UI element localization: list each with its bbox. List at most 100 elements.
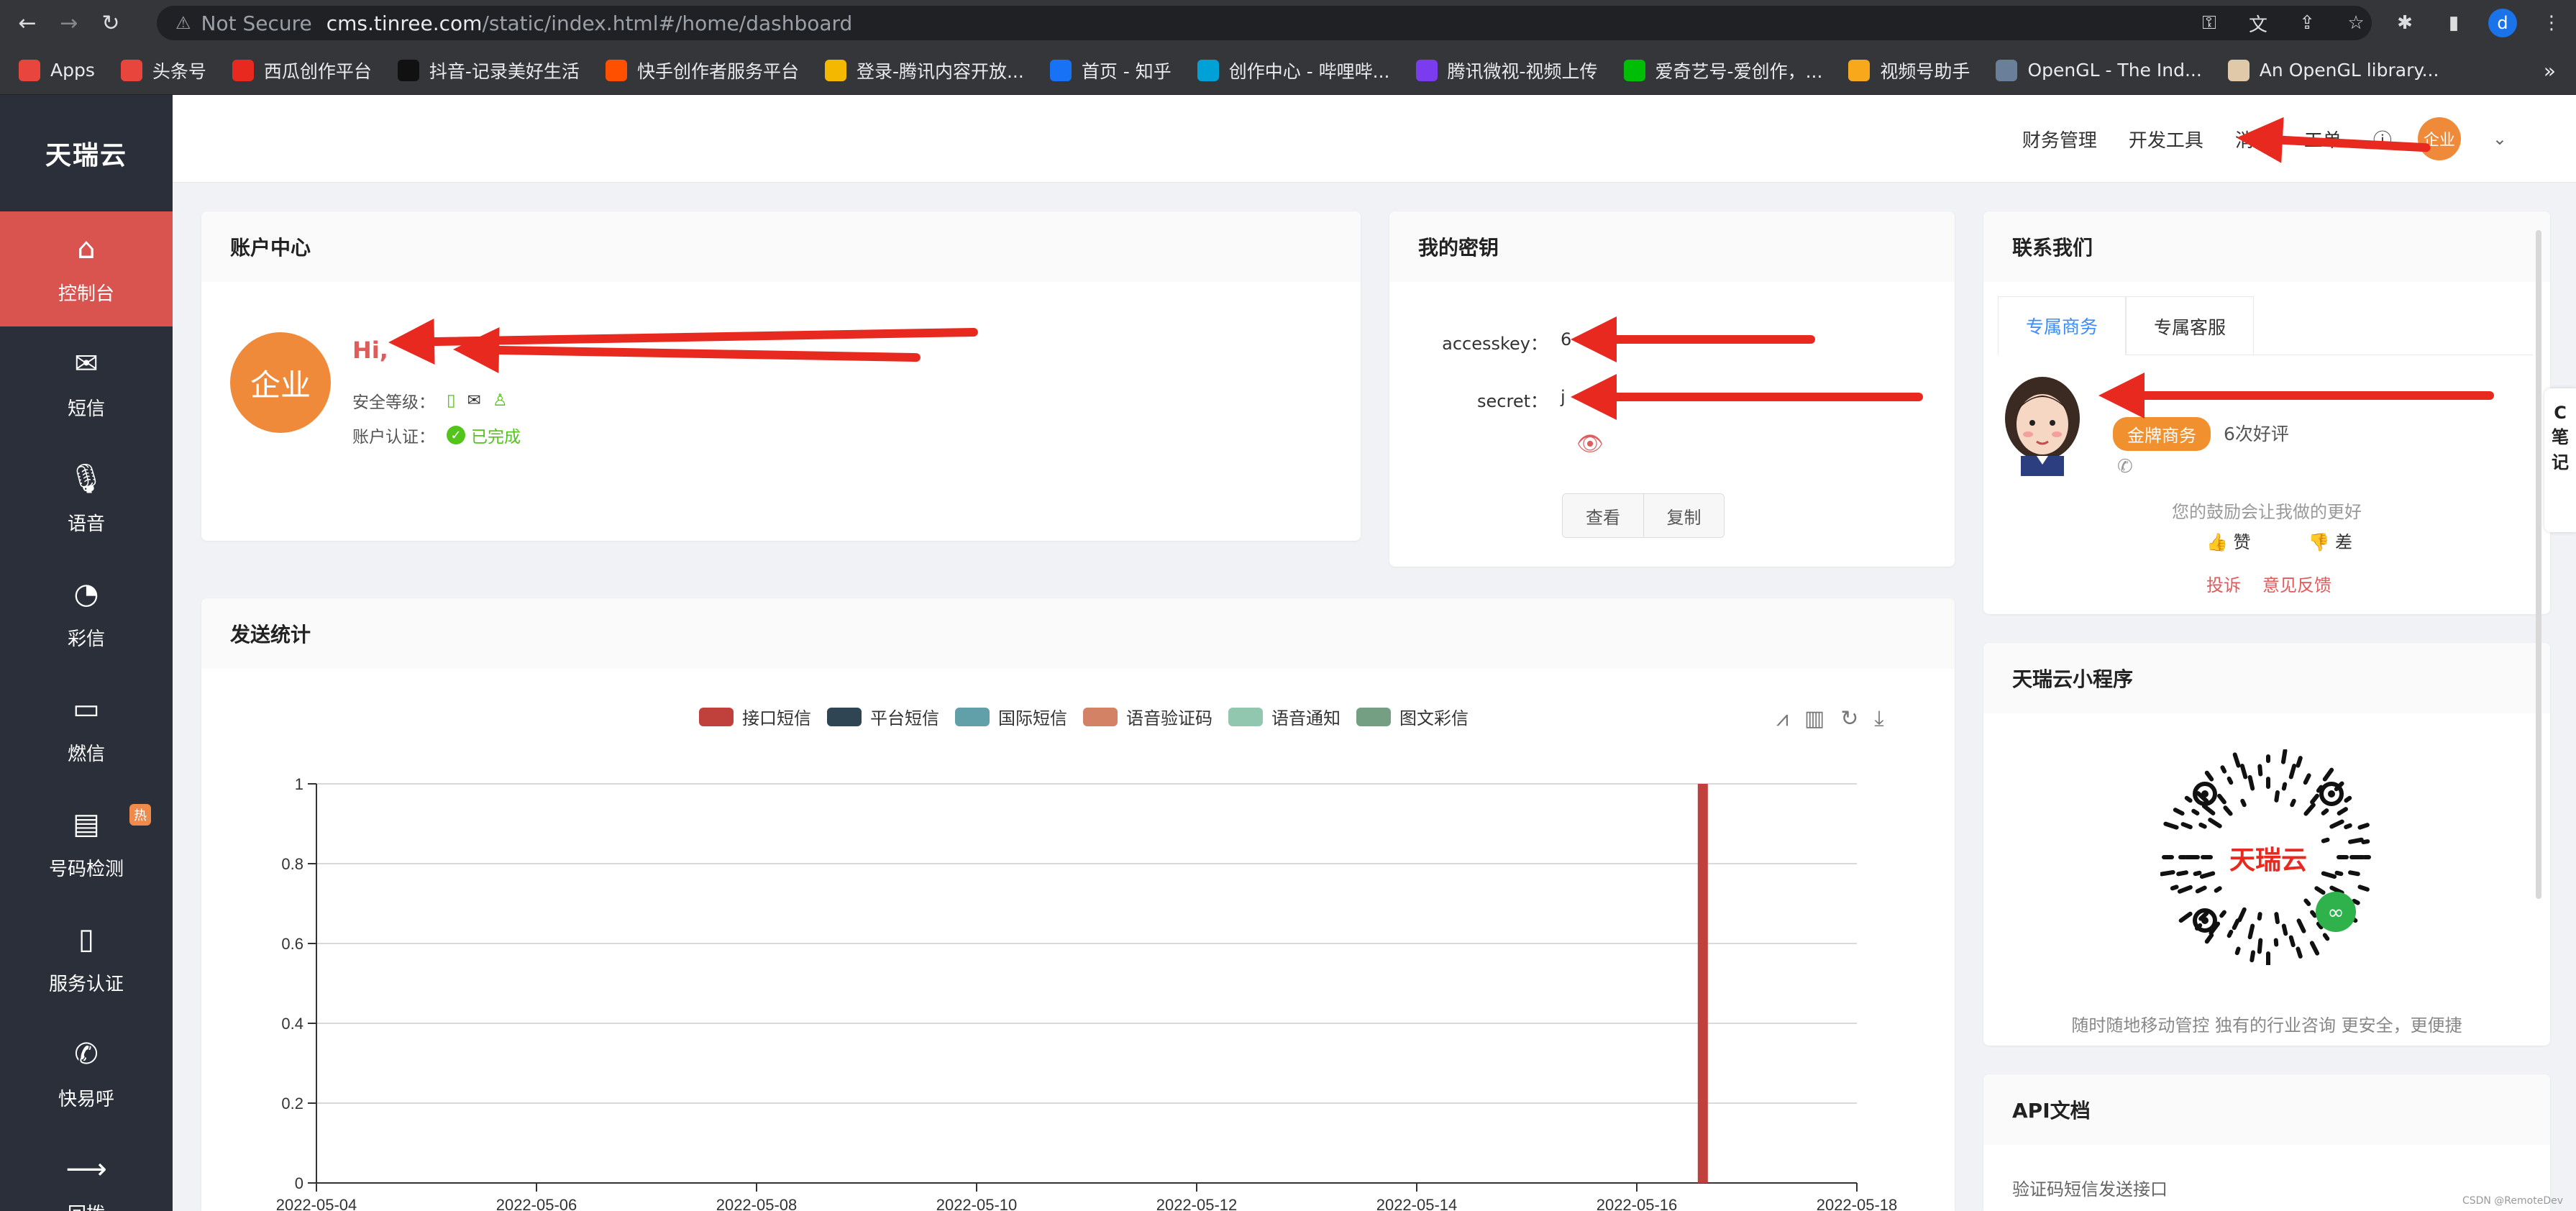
bookmark-item[interactable]: 头条号	[120, 58, 206, 83]
forward-icon[interactable]: →	[55, 9, 83, 37]
qr-module	[2217, 793, 2226, 805]
tab-service[interactable]: 专属客服	[2126, 296, 2254, 355]
auth-label: 账户认证：	[352, 428, 435, 447]
sidebar-item[interactable]: 🎙 语音	[0, 442, 173, 557]
qr-module	[2201, 803, 2216, 815]
back-icon[interactable]: ←	[13, 9, 42, 37]
apps-bookmark[interactable]: Apps	[19, 59, 95, 81]
chevron-down-icon[interactable]: ⌄	[2493, 129, 2507, 149]
bookmark-item[interactable]: OpenGL - The Ind...	[1996, 59, 2202, 81]
qr-module	[2321, 808, 2329, 815]
sidebar-item-icon: ▯	[78, 922, 94, 956]
view-button[interactable]: 查看	[1563, 494, 1643, 537]
sidebar-item[interactable]: ◔ 彩信	[0, 557, 173, 672]
favicon-icon	[397, 59, 419, 81]
qr-module	[2316, 785, 2324, 793]
api-doc-link[interactable]: 验证码短信发送接口	[2012, 1175, 2168, 1200]
sidepanel-icon[interactable]: ▮	[2439, 9, 2468, 37]
phone-icon[interactable]: ✆	[2117, 456, 2133, 477]
qr-module	[2208, 818, 2222, 828]
mini-program-caption: 随时随地移动管控 独有的行业咨询 更安全，更便捷	[2071, 1015, 2462, 1036]
qr-module	[2250, 950, 2256, 963]
more-bookmarks-icon[interactable]: »	[2544, 59, 2556, 83]
qr-module	[2160, 869, 2175, 877]
qr-module	[2178, 911, 2193, 923]
user-avatar[interactable]: 企业	[2417, 117, 2461, 160]
security-label: Not Secure	[201, 11, 312, 35]
sidebar-item[interactable]: ⟶ 回拨	[0, 1132, 173, 1211]
qr-module	[2337, 807, 2348, 815]
favicon-icon	[1848, 59, 1871, 81]
qr-module	[2281, 782, 2288, 791]
qr-module	[2204, 933, 2214, 944]
bookmark-label: 抖音-记录美好生活	[429, 60, 580, 82]
favicon-icon	[605, 59, 627, 81]
extensions-icon[interactable]: ✱	[2390, 9, 2419, 37]
thumbs-down-button[interactable]: 👎 差	[2308, 528, 2382, 553]
side-widget-char: 笔	[2552, 427, 2569, 447]
share-icon[interactable]: ⇪	[2293, 9, 2321, 37]
bookmark-item[interactable]: 首页 - 知乎	[1049, 58, 1171, 83]
profile-avatar[interactable]: d	[2488, 9, 2517, 37]
translate-icon[interactable]: 文	[2244, 9, 2273, 37]
qr-module	[2352, 898, 2360, 905]
bookmark-item[interactable]: 爱奇艺号-爱创作，...	[1623, 58, 1822, 83]
sidebar-item[interactable]: ▯ 服务认证	[0, 902, 173, 1017]
eye-icon[interactable]: 👁	[1576, 431, 1604, 457]
bookmark-label: 快手创作者服务平台	[636, 60, 799, 82]
qr-module	[2247, 923, 2255, 940]
bookmark-label: 创作中心 - 哔哩哔...	[1228, 60, 1390, 82]
bookmark-item[interactable]: 登录-腾讯内容开放...	[824, 58, 1024, 83]
qr-module	[2163, 821, 2179, 830]
bookmark-item[interactable]: 腾讯微视-视频上传	[1415, 58, 1598, 83]
api-docs-card: API文档 验证码短信发送接口	[1983, 1074, 2550, 1211]
check-icon: ✓	[447, 426, 465, 444]
bookmark-label: 头条号	[152, 60, 206, 82]
bookmark-item[interactable]: 西瓜创作平台	[232, 58, 372, 83]
sidebar-item[interactable]: ▤ 号码检测 热	[0, 787, 173, 902]
x-tick-label: 2022-05-16	[1597, 1196, 1678, 1211]
qr-module	[2361, 839, 2370, 845]
sidebar-item[interactable]: ✆ 快易呼	[0, 1017, 173, 1132]
dislike-label: 差	[2335, 532, 2353, 552]
bookmark-item[interactable]: 创作中心 - 哔哩哔...	[1197, 58, 1390, 83]
tab-business[interactable]: 专属商务	[1998, 296, 2126, 355]
sidebar-item-label: 燃信	[67, 743, 105, 765]
bookmark-item[interactable]: 快手创作者服务平台	[605, 58, 799, 83]
qr-module	[2240, 798, 2247, 808]
bookmark-item[interactable]: 视频号助手	[1848, 58, 1970, 83]
sidebar-item[interactable]: ⌂ 控制台	[0, 211, 173, 326]
thumbs-up-button[interactable]: 👍 赞	[2206, 528, 2280, 553]
feedback-link[interactable]: 意见反馈	[2262, 571, 2331, 596]
key-icon[interactable]: ⚿	[2195, 9, 2224, 37]
sidebar: 天瑞云 ⌂ 控制台 ✉ 短信 🎙 语音 ◔ 彩信 ▭ 燃信 ▤ 号码检测 热 ▯ 服务认证 ✆ 快易呼 ⟶ 回拨	[0, 95, 173, 1211]
qr-module	[2191, 808, 2200, 815]
favicon-icon	[2227, 59, 2250, 81]
devtools-link[interactable]: 开发工具	[2129, 126, 2203, 152]
scrollbar[interactable]	[2536, 230, 2541, 899]
keys-title: 我的密钥	[1389, 211, 1955, 282]
address-bar[interactable]: ⚠ Not Secure cms.tinree.com /static/inde…	[157, 6, 2372, 40]
sidebar-item[interactable]: ✉ 短信	[0, 326, 173, 442]
complaint-link[interactable]: 投诉	[2206, 571, 2241, 596]
sidebar-item-icon: ⟶	[65, 1152, 107, 1186]
qr-module	[2226, 929, 2234, 938]
star-icon[interactable]: ☆	[2342, 9, 2370, 37]
accesskey-label: accesskey：	[1442, 334, 1548, 354]
finance-link[interactable]: 财务管理	[2022, 126, 2097, 152]
copy-button[interactable]: 复制	[1643, 494, 1724, 537]
bookmark-label: 首页 - 知乎	[1081, 60, 1171, 82]
bookmark-item[interactable]: An OpenGL library...	[2227, 59, 2439, 81]
bookmark-item[interactable]: 抖音-记录美好生活	[397, 58, 580, 83]
sidebar-item[interactable]: ▭ 燃信	[0, 672, 173, 787]
mini-program-title: 天瑞云小程序	[1983, 643, 2550, 713]
menu-icon[interactable]: ⋮	[2537, 9, 2566, 37]
reload-icon[interactable]: ↻	[96, 9, 125, 37]
qr-module	[2219, 910, 2226, 918]
y-tick-label: 0	[295, 1174, 303, 1192]
svg-text:∞: ∞	[2327, 900, 2344, 924]
favicon-icon	[1415, 59, 1438, 81]
sidebar-item-label: 快易呼	[58, 1088, 114, 1110]
browser-toolbar: ← → ↻ ⚠ Not Secure cms.tinree.com /stati…	[0, 0, 2576, 46]
side-note-widget[interactable]: C笔记	[2544, 388, 2576, 532]
